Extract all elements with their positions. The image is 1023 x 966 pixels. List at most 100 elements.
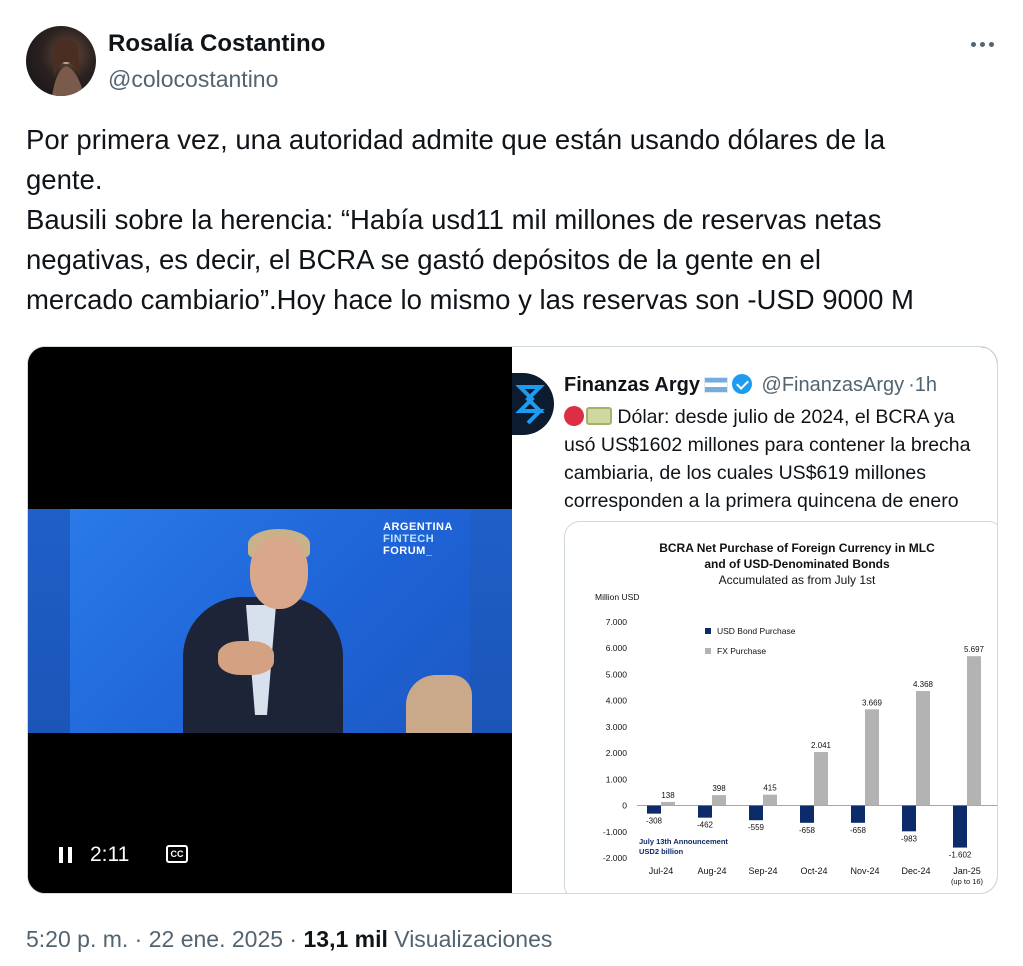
fx-value-label: 398 [712, 784, 726, 793]
views-count: 13,1 mil [303, 926, 388, 952]
tweet-line: Por primera vez, una autoridad admite qu… [26, 124, 886, 155]
y-tick-label: 7.000 [606, 617, 628, 627]
pause-icon[interactable] [59, 847, 73, 863]
legend-label: USD Bond Purchase [717, 626, 796, 636]
embedded-author-name: Finanzas Argy [564, 374, 700, 396]
chart-annotation: July 13th Announcement [639, 837, 728, 846]
chair [406, 675, 472, 733]
forum-logo: ARGENTINA FINTECH FORUM_ [383, 521, 453, 557]
legend-label: FX Purchase [717, 646, 766, 656]
y-tick-label: 4.000 [606, 696, 628, 706]
forum-logo-line: FINTECH [383, 533, 435, 545]
y-tick-label: -1.000 [603, 827, 627, 837]
bond-value-label: -308 [646, 817, 663, 826]
bond-bar [851, 805, 865, 823]
finanzas-argy-avatar [512, 373, 554, 435]
tweet-date[interactable]: 22 ene. 2025 [149, 926, 283, 952]
views-label: Visualizaciones [394, 926, 553, 952]
speaker-hands [218, 641, 274, 675]
embedded-separator: · [908, 374, 915, 396]
author-name[interactable]: Rosalía Costantino [108, 30, 325, 58]
fx-value-label: 415 [763, 784, 777, 793]
y-tick-label: 0 [622, 801, 627, 811]
footer-separator: · [289, 926, 298, 952]
embedded-line: cambiaria, de los cuales US$619 millones [564, 462, 927, 484]
tweet-line: negativas, es decir, el BCRA se gastó de… [26, 244, 821, 275]
x-tick-label: Aug-24 [697, 866, 726, 876]
verified-badge-icon [731, 374, 752, 394]
fx-bar [712, 795, 726, 806]
fx-value-label: 5.697 [964, 645, 985, 654]
chart-title: and of USD-Denominated Bonds [704, 557, 890, 571]
embedded-time: 1h [914, 374, 938, 396]
fx-bar [865, 709, 879, 806]
argentina-flag-icon [703, 377, 728, 393]
x-tick-label: Sep-24 [748, 866, 777, 876]
bond-bar [749, 805, 763, 821]
footer-separator: · [134, 926, 143, 952]
bond-bar [698, 805, 712, 818]
fx-bar [967, 656, 981, 806]
speaker-head [250, 537, 308, 609]
bond-value-label: -1.602 [949, 851, 972, 860]
embedded-author-handle: @FinanzasArgy [761, 374, 905, 396]
x-tick-note: (up to 16) [951, 877, 984, 886]
more-options-icon[interactable] [966, 28, 998, 60]
chart-annotation: USD2 billion [639, 847, 684, 856]
bond-bar [800, 805, 814, 823]
bond-value-label: -983 [901, 834, 918, 843]
chart-card: BCRA Net Purchase of Foreign Currency in… [564, 521, 997, 893]
embedded-line: Dólar: desde julio de 2024, el BCRA ya [617, 406, 955, 428]
author-handle[interactable]: @colocostantino [108, 66, 278, 93]
bond-bar [953, 805, 967, 848]
x-tick-label: Dec-24 [901, 866, 930, 876]
tweet-text: Por primera vez, una autoridad admite qu… [26, 120, 1006, 320]
bond-bar [902, 805, 916, 832]
x-tick-label: Oct-24 [800, 866, 827, 876]
closed-captions-icon[interactable]: CC [166, 845, 188, 863]
x-tick-label: Jan-25 [953, 866, 981, 876]
y-tick-label: 6.000 [606, 643, 628, 653]
tweet-line: Bausili sobre la herencia: “Había usd11 … [26, 204, 882, 235]
bond-value-label: -462 [697, 821, 714, 830]
fx-value-label: 3.669 [862, 698, 883, 707]
tweet-line: mercado cambiario”.Hoy hace lo mismo y l… [26, 284, 914, 315]
legend-swatch [705, 628, 711, 634]
embedded-author: Finanzas Argy @FinanzasArgy ·1h [564, 374, 937, 397]
fx-value-label: 4.368 [913, 680, 934, 689]
red-circle-icon [564, 406, 584, 426]
video-time: 2:11 [90, 843, 130, 866]
embedded-line: usó US$1602 millones para contener la br… [564, 434, 971, 456]
y-tick-label: 5.000 [606, 669, 628, 679]
embedded-tweet-text: Dólar: desde julio de 2024, el BCRA ya u… [564, 403, 997, 515]
bond-value-label: -658 [799, 826, 816, 835]
fx-value-label: 2.041 [811, 741, 832, 750]
bond-bar [647, 805, 661, 814]
fx-bar [916, 691, 930, 806]
tweet-time[interactable]: 5:20 p. m. [26, 926, 128, 952]
fx-bar [763, 794, 777, 806]
forum-logo-line: ARGENTINA [383, 521, 453, 533]
y-tick-label: 3.000 [606, 722, 628, 732]
x-tick-label: Jul-24 [649, 866, 674, 876]
media-container[interactable]: ARGENTINA FINTECH FORUM_ 2:11 CC Finanza… [27, 346, 998, 894]
dollar-bill-icon [586, 407, 612, 425]
y-axis-label: Million USD [595, 592, 639, 602]
fx-value-label: 138 [661, 791, 675, 800]
x-tick-label: Nov-24 [850, 866, 879, 876]
tweet-line: gente. [26, 164, 103, 195]
bond-value-label: -559 [748, 823, 765, 832]
forum-logo-line: FORUM_ [383, 545, 433, 557]
y-tick-label: 2.000 [606, 748, 628, 758]
embedded-line: corresponden a la primera quincena de en… [564, 490, 959, 512]
author-avatar[interactable] [26, 26, 96, 96]
fx-bar [814, 752, 828, 806]
chart-subtitle: Accumulated as from July 1st [719, 573, 876, 587]
video-player[interactable]: ARGENTINA FINTECH FORUM_ 2:11 CC [28, 347, 512, 893]
embedded-tweet-image[interactable]: Finanzas Argy @FinanzasArgy ·1h Dólar: de… [512, 347, 997, 893]
bar-chart: BCRA Net Purchase of Foreign Currency in… [595, 541, 997, 886]
bond-value-label: -658 [850, 826, 867, 835]
tweet-footer: 5:20 p. m. · 22 ene. 2025 · 13,1 mil Vis… [26, 926, 552, 953]
chart-title: BCRA Net Purchase of Foreign Currency in… [659, 541, 935, 555]
fx-bar [661, 801, 675, 806]
